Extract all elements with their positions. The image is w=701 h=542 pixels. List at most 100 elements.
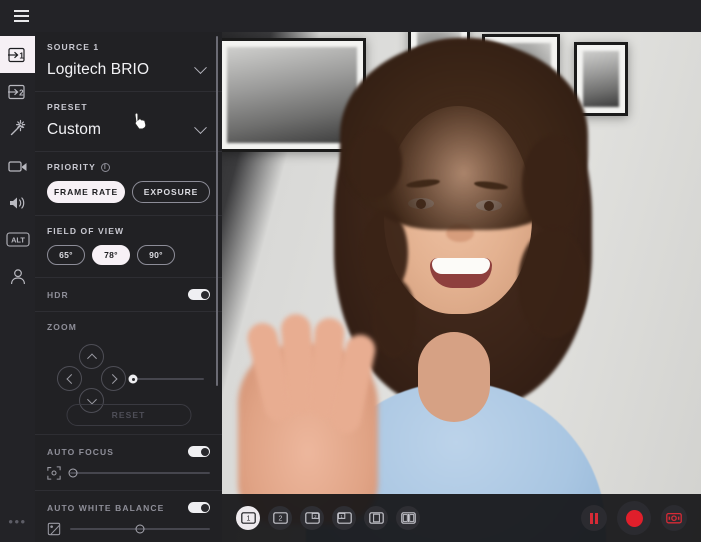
priority-label: PRIORITY i (47, 162, 210, 172)
sidebar-item-effects[interactable] (0, 110, 35, 147)
auto-focus-slider-row (47, 466, 210, 480)
record-button[interactable] (617, 501, 651, 535)
chevron-down-icon (194, 60, 207, 74)
layout-single-2-icon: 2 (272, 512, 288, 524)
sidebar-item-source-2[interactable]: 2 (0, 73, 35, 110)
layout-pip-left-button[interactable]: 1 (332, 506, 356, 530)
svg-text:ALT: ALT (11, 235, 25, 244)
layout-split-button[interactable] (364, 506, 388, 530)
priority-exposure-button[interactable]: EXPOSURE (132, 181, 210, 203)
hdr-toggle[interactable] (188, 289, 210, 300)
source-section: SOURCE 1 Logitech BRIO (35, 32, 222, 92)
auto-white-balance-slider-row (47, 522, 210, 536)
panel-scrollbar[interactable] (216, 36, 218, 386)
hamburger-icon[interactable] (8, 3, 34, 29)
sidebar-item-source-1[interactable]: 1 (0, 36, 35, 73)
white-balance-icon (47, 522, 61, 536)
field-of-view-options: 65° 78° 90° (47, 245, 210, 265)
svg-text:1: 1 (19, 51, 24, 60)
layout-pip-left-icon: 1 (336, 512, 352, 524)
camera-settings-app: 1 2 ALT ••• SOURCE 1 Logitech BRIO PRESE… (0, 0, 701, 542)
zoom-slider-handle[interactable] (128, 374, 138, 384)
auto-white-balance-toggle[interactable] (188, 502, 210, 513)
layout-single-1-icon: 1 (240, 512, 256, 524)
field-of-view-label: FIELD OF VIEW (47, 226, 125, 236)
svg-text:2: 2 (19, 88, 24, 97)
hdr-section: HDR (35, 278, 222, 312)
video-camera-icon (7, 160, 26, 172)
auto-focus-track[interactable] (68, 468, 210, 478)
video-preview[interactable]: 1 2 2 1 (222, 32, 701, 542)
layout-pip-right-button[interactable]: 2 (300, 506, 324, 530)
priority-frame-rate-button[interactable]: FRAME RATE (47, 181, 125, 203)
field-of-view-section: FIELD OF VIEW 65° 78° 90° (35, 216, 222, 278)
preset-value: Custom (47, 121, 102, 138)
zoom-reset-button[interactable]: RESET (66, 404, 191, 426)
layout-side-by-side-button[interactable] (396, 506, 420, 530)
snapshot-button[interactable] (661, 505, 687, 531)
person-subject (222, 32, 701, 542)
svg-text:2: 2 (278, 516, 282, 523)
sidebar-item-audio[interactable] (0, 184, 35, 221)
pause-icon (589, 512, 593, 524)
auto-focus-slider-handle[interactable] (68, 468, 78, 478)
preset-label: PRESET (47, 102, 88, 112)
priority-options: FRAME RATE EXPOSURE (47, 181, 210, 203)
magic-wand-icon (10, 119, 26, 136)
sidebar-item-profile[interactable] (0, 258, 35, 295)
rail-overflow-button[interactable]: ••• (0, 515, 35, 528)
chevron-left-icon[interactable] (57, 366, 82, 391)
fov-90-button[interactable]: 90° (137, 245, 175, 265)
layout-side-by-side-icon (400, 512, 416, 524)
camera-feed (222, 32, 701, 542)
settings-panel: SOURCE 1 Logitech BRIO PRESET Custom PRI… (35, 32, 222, 542)
svg-text:1: 1 (246, 516, 250, 523)
priority-label-text: PRIORITY (47, 162, 96, 172)
chevron-right-icon[interactable] (101, 366, 126, 391)
preset-dropdown[interactable]: Custom (47, 120, 210, 139)
focus-target-icon (47, 466, 61, 480)
auto-white-balance-row: AUTO WHITE BALANCE (47, 502, 210, 513)
capture-buttons (581, 501, 687, 535)
sidebar-item-video[interactable] (0, 147, 35, 184)
priority-section: PRIORITY i FRAME RATE EXPOSURE (35, 152, 222, 216)
mouth (430, 258, 492, 288)
title-bar (0, 0, 701, 32)
layout-buttons: 1 2 2 1 (236, 506, 420, 530)
source-label: SOURCE 1 (47, 42, 100, 52)
sidebar-item-alt[interactable]: ALT (0, 221, 35, 258)
alt-key-icon: ALT (5, 232, 30, 247)
pause-button[interactable] (581, 505, 607, 531)
auto-white-balance-slider-handle[interactable] (135, 524, 145, 534)
record-circle-icon (625, 509, 643, 527)
source-dropdown[interactable]: Logitech BRIO (47, 60, 210, 79)
auto-white-balance-label: AUTO WHITE BALANCE (47, 502, 165, 513)
auto-white-balance-track[interactable] (70, 524, 210, 534)
auto-focus-toggle[interactable] (188, 446, 210, 457)
input-source-2-icon: 2 (7, 84, 25, 99)
layout-pip-right-icon: 2 (304, 512, 320, 524)
preset-section: PRESET Custom (35, 92, 222, 152)
auto-focus-row: AUTO FOCUS (47, 446, 210, 457)
info-icon[interactable]: i (100, 162, 110, 172)
source-value: Logitech BRIO (47, 61, 150, 78)
auto-white-balance-section: AUTO WHITE BALANCE (35, 491, 222, 542)
zoom-slider[interactable] (128, 374, 204, 384)
auto-focus-label: AUTO FOCUS (47, 446, 115, 457)
zoom-section: ZOOM RESET (35, 312, 222, 435)
auto-focus-section: AUTO FOCUS (35, 435, 222, 491)
settings-panel-scroll: SOURCE 1 Logitech BRIO PRESET Custom PRI… (35, 32, 222, 542)
camera-snapshot-icon (666, 512, 682, 524)
fov-78-button[interactable]: 78° (92, 245, 130, 265)
hdr-row: HDR (47, 289, 210, 300)
speaker-icon (9, 196, 24, 209)
neck (418, 332, 490, 422)
fov-65-button[interactable]: 65° (47, 245, 85, 265)
input-source-1-icon: 1 (7, 47, 25, 62)
chevron-up-icon[interactable] (79, 344, 104, 369)
layout-split-icon (368, 512, 384, 524)
chevron-down-icon (194, 120, 207, 134)
layout-source-1-button[interactable]: 1 (236, 506, 260, 530)
layout-source-2-button[interactable]: 2 (268, 506, 292, 530)
icon-rail: 1 2 ALT ••• (0, 32, 35, 542)
